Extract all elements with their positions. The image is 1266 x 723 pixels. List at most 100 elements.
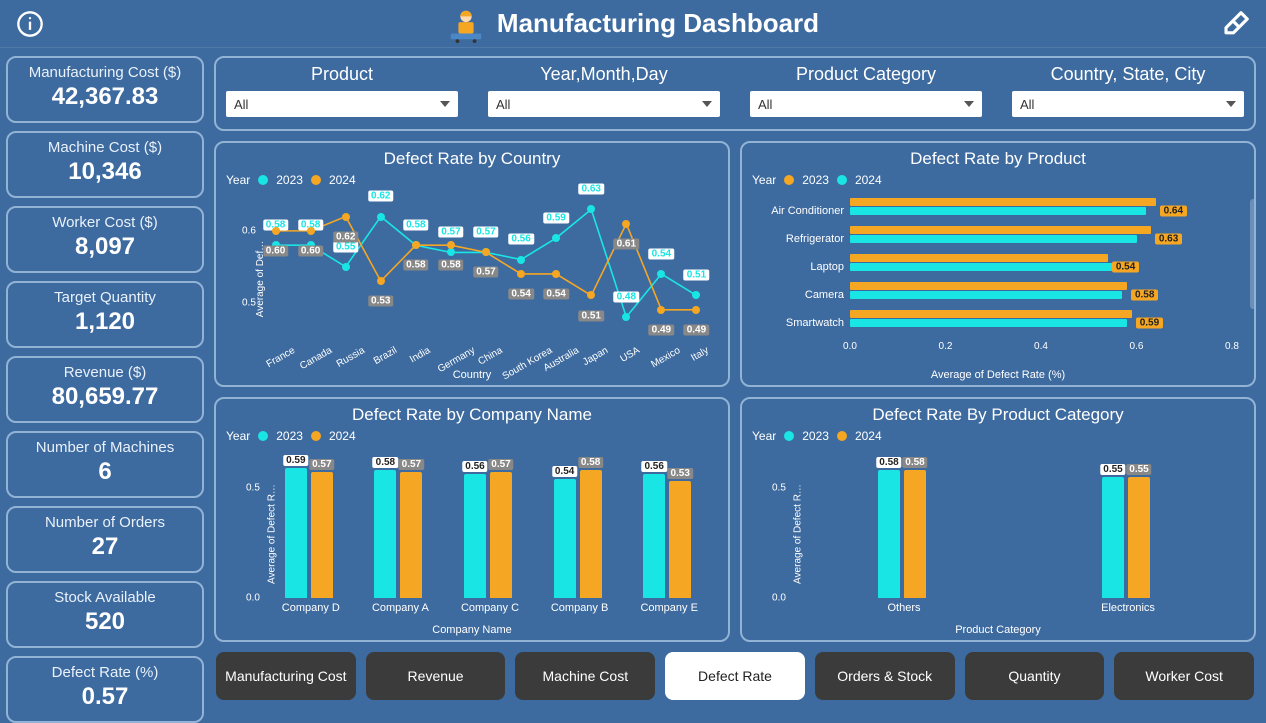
data-point[interactable]	[482, 248, 490, 256]
bar[interactable]	[1102, 477, 1124, 598]
kpi-card[interactable]: Number of Machines6	[6, 431, 204, 498]
tab-orders-stock[interactable]: Orders & Stock	[815, 652, 955, 700]
info-button[interactable]	[10, 10, 50, 38]
data-point[interactable]	[657, 306, 665, 314]
kpi-card[interactable]: Revenue ($)80,659.77	[6, 356, 204, 423]
tab-worker-cost[interactable]: Worker Cost	[1114, 652, 1254, 700]
data-point[interactable]	[657, 270, 665, 278]
bar-label: 0.54	[1112, 261, 1139, 272]
data-point[interactable]	[272, 227, 280, 235]
bar-label: 0.58	[902, 457, 927, 468]
bar[interactable]	[490, 472, 512, 598]
bar[interactable]	[464, 474, 486, 598]
data-label: 0.62	[333, 231, 358, 242]
bar[interactable]	[850, 226, 1151, 234]
bar[interactable]	[878, 470, 900, 598]
bar[interactable]	[904, 470, 926, 598]
bar-label: 0.58	[1131, 289, 1158, 300]
data-point[interactable]	[342, 213, 350, 221]
bar[interactable]	[850, 310, 1132, 318]
bar[interactable]	[554, 479, 576, 598]
bar[interactable]	[850, 282, 1127, 290]
kpi-card[interactable]: Machine Cost ($)10,346	[6, 131, 204, 198]
data-point[interactable]	[587, 291, 595, 299]
kpi-card[interactable]: Worker Cost ($)8,097	[6, 206, 204, 273]
bar[interactable]	[850, 235, 1137, 243]
tab-quantity[interactable]: Quantity	[965, 652, 1105, 700]
data-point[interactable]	[622, 313, 630, 321]
bar-label: 0.57	[309, 459, 334, 470]
filter-label: Product	[311, 64, 373, 85]
bar[interactable]	[850, 291, 1122, 299]
legend-dot-2024	[311, 175, 321, 185]
y-tick: 0.5	[246, 482, 260, 493]
legend-2024: 2024	[329, 173, 356, 187]
kpi-card[interactable]: Stock Available520	[6, 581, 204, 648]
filter-label: Product Category	[796, 64, 936, 85]
tab-defect-rate[interactable]: Defect Rate	[665, 652, 805, 700]
bar[interactable]	[643, 474, 665, 598]
data-point[interactable]	[692, 306, 700, 314]
data-point[interactable]	[692, 291, 700, 299]
bar[interactable]	[850, 319, 1127, 327]
data-point[interactable]	[587, 205, 595, 213]
data-point[interactable]	[307, 227, 315, 235]
bar-label: 0.64	[1160, 205, 1187, 216]
bar[interactable]	[580, 470, 602, 598]
bar-group: 0.540.58	[554, 455, 606, 599]
bar-row: Refrigerator0.63	[850, 225, 1232, 253]
tab-machine-cost[interactable]: Machine Cost	[515, 652, 655, 700]
data-point[interactable]	[447, 241, 455, 249]
tab-manufacturing-cost[interactable]: Manufacturing Cost	[216, 652, 356, 700]
y-tick: 0.6	[242, 225, 256, 236]
data-point[interactable]	[447, 248, 455, 256]
bar-row: Air Conditioner0.64	[850, 197, 1232, 225]
data-point[interactable]	[412, 241, 420, 249]
bar[interactable]	[400, 472, 422, 598]
data-point[interactable]	[377, 213, 385, 221]
kpi-label: Target Quantity	[12, 289, 198, 306]
filter-dropdown[interactable]: All	[1012, 91, 1244, 117]
x-tick: 0.0	[843, 341, 857, 352]
chart-scrollbar[interactable]	[1250, 199, 1256, 309]
bar-category: Laptop	[810, 261, 844, 273]
data-point[interactable]	[552, 234, 560, 242]
data-point[interactable]	[517, 270, 525, 278]
kpi-card[interactable]: Manufacturing Cost ($)42,367.83	[6, 56, 204, 123]
data-label: 0.58	[438, 260, 463, 271]
bar-label: 0.57	[488, 459, 513, 470]
filter-dropdown[interactable]: All	[750, 91, 982, 117]
kpi-card[interactable]: Target Quantity1,120	[6, 281, 204, 348]
data-point[interactable]	[342, 263, 350, 271]
bar-category: Air Conditioner	[771, 205, 844, 217]
bar[interactable]	[850, 263, 1113, 271]
bar[interactable]	[285, 468, 307, 598]
bar[interactable]	[1128, 477, 1150, 598]
bar-group: 0.580.58	[878, 455, 930, 599]
bar-category: Camera	[805, 289, 844, 301]
bar[interactable]	[850, 254, 1108, 262]
y-tick: 0.0	[772, 593, 786, 604]
kpi-value: 0.57	[12, 683, 198, 711]
filter-dropdown[interactable]: All	[488, 91, 720, 117]
bar[interactable]	[311, 472, 333, 598]
bar[interactable]	[374, 470, 396, 598]
data-label: 0.48	[614, 291, 639, 302]
bar[interactable]	[850, 198, 1156, 206]
chart-legend: Year 2023 2024	[752, 173, 1246, 187]
bar[interactable]	[850, 207, 1146, 215]
kpi-card[interactable]: Number of Orders27	[6, 506, 204, 573]
data-label: 0.58	[403, 260, 428, 271]
bar-category: Smartwatch	[786, 317, 844, 329]
kpi-label: Machine Cost ($)	[12, 139, 198, 156]
data-point[interactable]	[552, 270, 560, 278]
data-point[interactable]	[622, 220, 630, 228]
bar[interactable]	[669, 481, 691, 598]
data-point[interactable]	[517, 256, 525, 264]
kpi-card[interactable]: Defect Rate (%)0.57	[6, 656, 204, 723]
tab-revenue[interactable]: Revenue	[366, 652, 506, 700]
chart-title: Defect Rate By Product Category	[750, 405, 1246, 425]
data-point[interactable]	[377, 277, 385, 285]
clear-filters-button[interactable]	[1216, 9, 1256, 39]
filter-dropdown[interactable]: All	[226, 91, 458, 117]
